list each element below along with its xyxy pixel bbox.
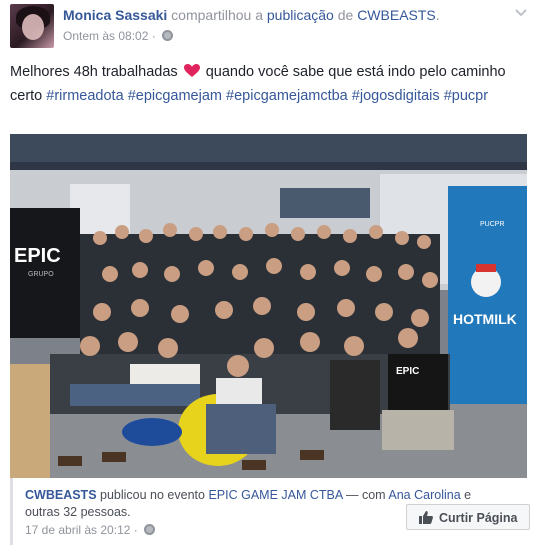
shared-date[interactable]: 17 de abril às 20:12 xyxy=(25,523,130,537)
globe-icon[interactable] xyxy=(144,524,156,535)
post-meta: Ontem às 08:02 · xyxy=(63,29,174,43)
like-page-button[interactable]: Curtir Página xyxy=(406,504,530,530)
post-timestamp[interactable]: Ontem às 08:02 xyxy=(63,29,148,43)
group-photo[interactable]: EPIC GRUPO PUCPR HOTMILK EPIC xyxy=(10,134,527,478)
hashtag-link[interactable]: #rirmeadota xyxy=(46,88,123,104)
author-avatar[interactable] xyxy=(10,4,54,48)
thumbs-up-icon xyxy=(419,511,433,524)
shared-caption: CWBEASTS publicou no evento EPIC GAME JA… xyxy=(10,478,530,545)
post-text-part1: Melhores 48h trabalhadas xyxy=(10,64,178,80)
source-page-link[interactable]: CWBEASTS xyxy=(357,7,436,23)
banner-hotmilk-text: HOTMILK xyxy=(453,311,517,327)
shared-conj: e xyxy=(464,488,472,502)
tagged-others-link[interactable]: outras 32 pessoas. xyxy=(25,505,131,519)
tagged-person-link[interactable]: Ana Carolina xyxy=(388,488,460,502)
share-verb: compartilhou a xyxy=(171,7,263,23)
shared-caption-line2: outras 32 pessoas. xyxy=(25,505,131,519)
event-link[interactable]: EPIC GAME JAM CTBA xyxy=(208,488,342,502)
original-page-link[interactable]: CWBEASTS xyxy=(25,488,97,502)
hashtag-link[interactable]: #epicgamejam xyxy=(128,88,222,104)
globe-icon[interactable] xyxy=(162,30,174,41)
header-period: . xyxy=(435,7,440,23)
banner-epic-sub: GRUPO xyxy=(28,271,54,278)
shared-publication-link[interactable]: publicação xyxy=(267,7,334,23)
shared-date-line: 17 de abril às 20:12 · xyxy=(25,523,156,537)
hashtag-link[interactable]: #jogosdigitais xyxy=(352,88,440,104)
chevron-down-icon[interactable] xyxy=(514,6,528,20)
shared-verb: publicou no evento xyxy=(100,488,205,502)
heart-emoji-icon xyxy=(183,62,200,77)
group-photo-illustration: EPIC GRUPO PUCPR HOTMILK EPIC xyxy=(10,134,527,478)
share-preposition: de xyxy=(337,7,354,23)
banner-pucpr-text: PUCPR xyxy=(480,221,505,228)
like-page-label: Curtir Página xyxy=(439,511,518,525)
shared-caption-line1: CWBEASTS publicou no evento EPIC GAME JA… xyxy=(25,488,471,502)
avatar-face xyxy=(22,14,44,40)
shared-with: — com xyxy=(346,488,386,502)
author-name[interactable]: Monica Sassaki xyxy=(63,7,167,23)
post-header: Monica Sassaki compartilhou a publicação… xyxy=(63,7,440,23)
hashtag-link[interactable]: #epicgamejamctba xyxy=(226,88,348,104)
post-text: Melhores 48h trabalhadas quando você sab… xyxy=(10,60,510,108)
shared-post: Monica Sassaki compartilhou a publicação… xyxy=(0,0,539,545)
shirt-epic-text: EPIC xyxy=(396,366,419,377)
meta-separator: · xyxy=(151,29,156,43)
shared-separator: · xyxy=(133,523,138,537)
banner-epic-text: EPIC xyxy=(14,245,61,267)
hashtag-link[interactable]: #pucpr xyxy=(444,88,488,104)
